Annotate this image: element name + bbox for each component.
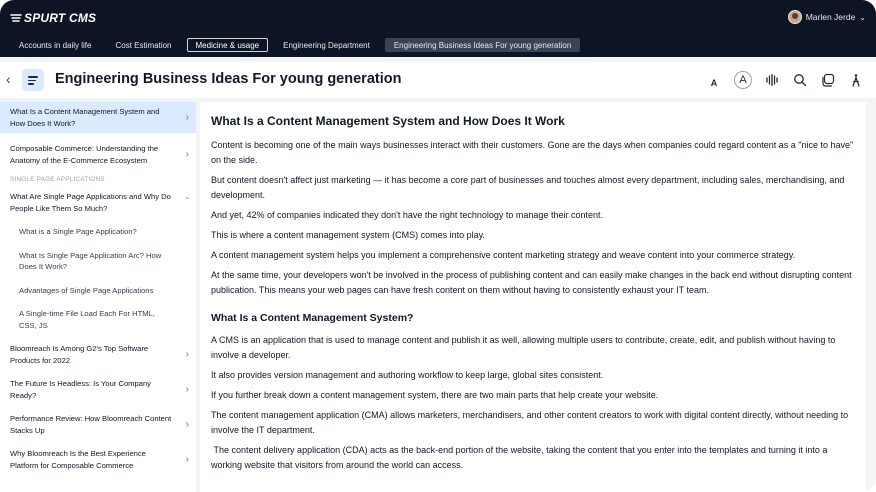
chevron-right-icon: ›	[185, 383, 189, 395]
article-paragraph: Content is becoming one of the main ways…	[211, 140, 854, 165]
article-paragraph: A content management system helps you im…	[211, 250, 796, 260]
bookmark-copy-icon[interactable]	[820, 72, 836, 88]
article-paragraph: A CMS is an application that is used to …	[211, 335, 836, 360]
toc-item-label: A Single-time File Load Each For HTML, C…	[19, 309, 155, 330]
accessibility-icon[interactable]	[848, 72, 864, 88]
article-heading: What Is a Content Management System and …	[211, 114, 565, 128]
article-paragraph: The content delivery application (CDA) a…	[211, 445, 830, 470]
user-name: Marlen Jerde	[805, 12, 856, 22]
reader-toolbar: A A	[706, 71, 864, 89]
user-menu[interactable]: Marlen Jerde ⌄	[787, 10, 866, 24]
logo-mark-icon	[10, 14, 22, 22]
toc-item-performance[interactable]: Performance Review: How Bloomreach Conte…	[0, 409, 196, 440]
top-navbar: SPURT CMS Marlen Jerde ⌄ Accounts in dai…	[0, 0, 876, 57]
toc-item-composable-commerce[interactable]: Composable Commerce: Understanding the A…	[0, 139, 196, 170]
toc-item-cms[interactable]: What Is a Content Management System and …	[0, 102, 196, 133]
chevron-right-icon: ›	[185, 348, 189, 360]
tab-cost-estimation[interactable]: Cost Estimation	[106, 38, 180, 52]
app-window: SPURT CMS Marlen Jerde ⌄ Accounts in dai…	[0, 0, 876, 492]
article-paragraph: This is where a content management syste…	[211, 230, 485, 240]
article-paragraph: At the same time, your developers won't …	[211, 270, 852, 295]
back-arrow-icon[interactable]: ‹	[6, 72, 11, 86]
tab-medicine[interactable]: Medicine & usage	[186, 38, 269, 52]
toc-item-label: Advantages of Single Page Applications	[19, 285, 154, 295]
chevron-right-icon: ›	[185, 418, 189, 430]
chevron-up-icon: ˆ	[185, 196, 189, 208]
toc-item-label: What Is a Content Management System and …	[10, 107, 160, 128]
audio-wave-icon[interactable]	[764, 72, 780, 88]
toc-item-label: Performance Review: How Bloomreach Conte…	[10, 414, 172, 435]
article-paragraph: And yet, 42% of companies indicated they…	[211, 210, 603, 220]
toc-item-label: Composable Commerce: Understanding the A…	[10, 144, 159, 165]
document-tabs: Accounts in daily life Cost Estimation M…	[10, 38, 581, 52]
article-content: What Is a Content Management System and …	[200, 102, 866, 492]
toc-item-headless[interactable]: The Future Is Headless: Is Your Company …	[0, 374, 196, 405]
toc-subitem-advantages[interactable]: Advantages of Single Page Applications	[0, 281, 196, 301]
article-paragraph: If you further break down a content mana…	[211, 390, 659, 400]
article-paragraph: But content doesn't affect just marketin…	[211, 175, 845, 200]
table-of-contents: What Is a Content Management System and …	[0, 102, 196, 492]
tab-engineering-business-ideas[interactable]: Engineering Business Ideas For young gen…	[384, 38, 581, 52]
toc-subitem-file-load[interactable]: A Single-time File Load Each For HTML, C…	[0, 304, 196, 335]
tab-engineering-department[interactable]: Engineering Department	[274, 38, 379, 52]
article-paragraph: It also provides version management and …	[211, 370, 604, 380]
chevron-right-icon: ›	[185, 148, 189, 160]
increase-font-button[interactable]: A	[734, 71, 752, 89]
title-bar: ‹ Engineering Business Ideas For young g…	[0, 62, 876, 98]
toc-item-label: The Future Is Headless: Is Your Company …	[10, 379, 151, 400]
avatar	[787, 10, 802, 24]
toc-item-bloomreach-g2[interactable]: Bloomreach Is Among G2's Top Software Pr…	[0, 339, 196, 370]
chevron-right-icon: ›	[185, 111, 189, 123]
decrease-font-button[interactable]: A	[706, 72, 722, 88]
article-subheading: What Is a Content Management System?	[211, 312, 414, 324]
toc-item-label: What Is Single Page Application Arc? How…	[19, 250, 162, 272]
toc-item-spa[interactable]: What Are Single Page Applications and Wh…	[0, 187, 196, 218]
toc-item-label: Why Bloomreach Is the Best Experience Pl…	[10, 449, 146, 470]
article-paragraph: The content management application (CMA)…	[211, 410, 849, 435]
toc-subitem-what-is-spa[interactable]: What is a Single Page Application?	[0, 222, 196, 242]
chevron-right-icon: ›	[185, 453, 189, 465]
tab-accounts[interactable]: Accounts in daily life	[10, 38, 100, 52]
toc-subitem-spa-arc[interactable]: What Is Single Page Application Arc? How…	[0, 246, 196, 277]
toc-item-label: Bloomreach Is Among G2's Top Software Pr…	[10, 344, 149, 365]
logo-text: SPURT CMS	[24, 11, 97, 25]
toc-item-label: What Are Single Page Applications and Wh…	[10, 192, 171, 213]
page-title: Engineering Business Ideas For young gen…	[55, 71, 402, 87]
toc-item-best-platform[interactable]: Why Bloomreach Is the Best Experience Pl…	[0, 444, 196, 475]
toc-toggle-button[interactable]	[22, 69, 44, 91]
search-icon[interactable]	[792, 72, 808, 88]
logo[interactable]: SPURT CMS	[10, 10, 96, 26]
chevron-down-icon: ⌄	[859, 12, 866, 22]
toc-item-label: What is a Single Page Application?	[19, 227, 137, 236]
toc-section-label: SINGLE PAGE APPLICATIONS	[10, 176, 105, 183]
